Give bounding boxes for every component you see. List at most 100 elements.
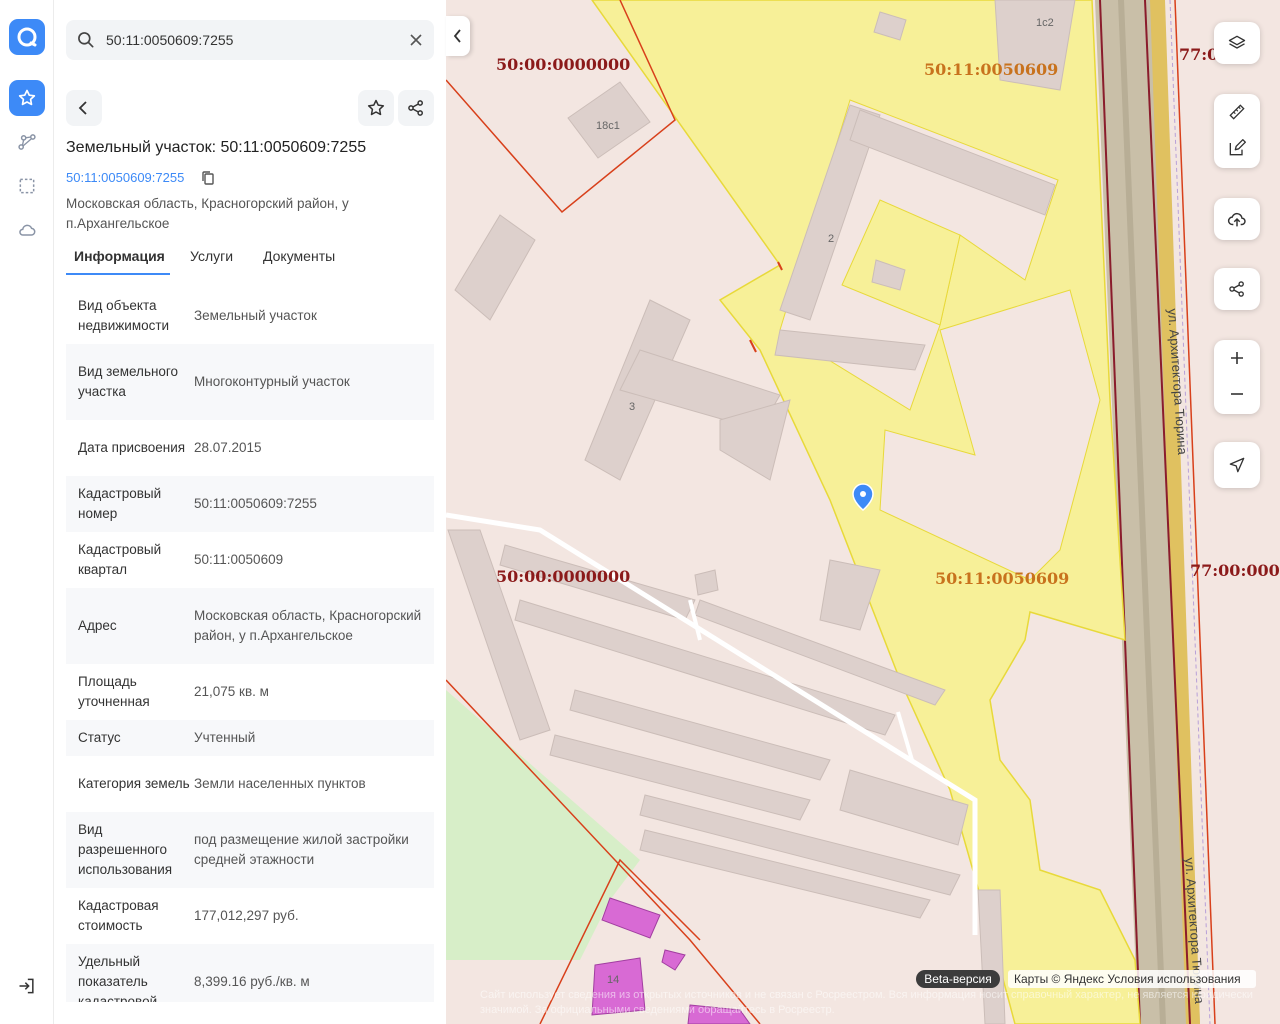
navigation-arrow-icon: [1229, 457, 1245, 473]
share-control: [1214, 268, 1260, 310]
table-row: Удельный показатель кадастровой 8,399.16 …: [66, 944, 434, 1002]
building-number: 18с1: [596, 120, 620, 132]
route-icon: [18, 134, 36, 150]
table-row: Статус Учтенный: [66, 720, 434, 756]
search-icon: [78, 32, 94, 48]
edit-button[interactable]: [1214, 130, 1260, 166]
row-key: Кадастровая стоимость: [78, 898, 159, 933]
active-tab-indicator: [66, 273, 170, 275]
row-value: 8,399.16 руб./кв. м: [194, 974, 310, 989]
left-rail: [0, 0, 54, 1024]
commercial-building: [661, 949, 686, 971]
cadastral-number-link[interactable]: 50:11:0050609:7255: [66, 170, 184, 185]
plus-icon: [1231, 352, 1243, 364]
row-key: Вид разрешенного использования: [78, 822, 173, 877]
building-number: 2: [828, 233, 835, 245]
map-region-label: 77:0: [1179, 45, 1219, 64]
row-key: Вид объекта недвижимости: [78, 298, 170, 333]
map-attribution[interactable]: Карты © Яндекс Условия использования: [1008, 970, 1256, 988]
app-root: Земельный участок: 50:11:0050609:7255 50…: [0, 0, 1280, 1024]
table-row: Вид объекта недвижимости Земельный участо…: [66, 288, 434, 344]
map-quarter-label: 50:00:0000000: [496, 567, 631, 586]
map-region-label: 77:00:000: [1190, 561, 1280, 580]
row-value: 50:11:0050609: [194, 552, 284, 567]
cloud-upload-icon: [1227, 212, 1246, 227]
row-value: 50:11:0050609:7255: [194, 496, 317, 511]
row-value: Многоконтурный участок: [194, 374, 350, 389]
logout-button[interactable]: [14, 973, 40, 999]
info-table: Вид объекта недвижимости Земельный участо…: [66, 288, 434, 1002]
upload-control: [1214, 198, 1260, 240]
favorites-button[interactable]: [9, 80, 45, 116]
search-input[interactable]: [106, 20, 396, 60]
tab-documents[interactable]: Документы: [263, 248, 335, 264]
share-icon: [408, 100, 423, 116]
row-value: 177,012,297 руб.: [194, 908, 299, 923]
row-key: Адрес: [78, 618, 117, 633]
locate-button[interactable]: [1214, 442, 1260, 488]
share-button[interactable]: [398, 90, 434, 126]
collapse-panel-button[interactable]: [446, 16, 470, 56]
row-key: Статус: [78, 730, 121, 745]
row-value: 28.07.2015: [194, 440, 262, 455]
map-quarter-label: 50:00:0000000: [496, 55, 631, 74]
table-row: Кадастровая стоимость 177,012,297 руб.: [66, 888, 434, 944]
map-quarter-label: 50:11:0050609: [924, 60, 1059, 79]
map-quarter-label: 50:11:0050609: [935, 569, 1070, 588]
cloud-icon: [19, 224, 36, 236]
logo-icon: [17, 27, 37, 47]
dashed-square-icon: [19, 178, 35, 194]
tab-information[interactable]: Информация: [74, 248, 165, 264]
row-value: под размещение жилой застройки средней э…: [194, 832, 409, 867]
info-panel: Земельный участок: 50:11:0050609:7255 50…: [54, 0, 446, 1024]
search-bar: [66, 20, 434, 60]
zoom-control: [1214, 340, 1260, 414]
row-key: Дата присвоения: [78, 440, 186, 455]
map-graphics: [446, 0, 1216, 1024]
route-tool-button[interactable]: [14, 129, 40, 155]
row-key: Площадь уточненная: [78, 674, 150, 709]
object-title: Земельный участок: 50:11:0050609:7255: [66, 139, 367, 156]
table-row: Кадастровый квартал 50:11:0050609: [66, 532, 434, 588]
cloud-button[interactable]: [14, 217, 40, 243]
row-key: Кадастровый номер: [78, 486, 162, 521]
beta-badge: Beta-версия: [916, 970, 1000, 988]
row-value: Московская область, Красногорский район,…: [194, 608, 422, 643]
layers-button[interactable]: [1214, 22, 1260, 64]
row-key: Категория земель: [78, 776, 190, 791]
layers-control: [1214, 22, 1260, 64]
star-icon: [18, 89, 36, 106]
building-number: 1с2: [1036, 17, 1054, 29]
row-key: Вид земельного участка: [78, 364, 179, 399]
star-outline-icon: [367, 99, 385, 116]
locate-control: [1214, 442, 1260, 488]
table-row: Категория земель Земли населенных пунктов: [66, 756, 434, 812]
zoom-out-button[interactable]: [1214, 376, 1260, 412]
table-row: Кадастровый номер 50:11:0050609:7255: [66, 476, 434, 532]
app-logo[interactable]: [9, 19, 45, 55]
commercial-building: [601, 897, 661, 939]
area-select-button[interactable]: [14, 173, 40, 199]
upload-button[interactable]: [1214, 198, 1260, 240]
row-value: Земли населенных пунктов: [194, 776, 366, 791]
row-value: 21,075 кв. м: [194, 684, 269, 699]
building-number: 14: [607, 974, 620, 986]
edit-icon: [1229, 139, 1246, 156]
row-value: Учтенный: [194, 730, 256, 745]
minus-icon: [1231, 393, 1243, 395]
tab-services[interactable]: Услуги: [190, 248, 233, 264]
map-canvas[interactable]: 50:00:0000000 50:00:0000000 50:11:005060…: [446, 0, 1280, 1024]
share-icon: [1229, 281, 1244, 297]
zoom-in-button[interactable]: [1214, 340, 1260, 376]
row-key: Удельный показатель кадастровой: [78, 954, 158, 1002]
object-address: Московская область, Красногорский район,…: [66, 196, 349, 231]
ruler-button[interactable]: [1214, 94, 1260, 130]
chevron-left-icon: [453, 29, 461, 43]
favorite-button[interactable]: [358, 90, 394, 126]
copy-icon[interactable]: [200, 170, 216, 186]
clear-search-icon[interactable]: [408, 32, 424, 48]
table-row: Адрес Московская область, Красногорский р…: [66, 588, 434, 664]
map-share-button[interactable]: [1214, 268, 1260, 310]
back-button[interactable]: [66, 90, 102, 126]
ruler-icon: [1229, 104, 1245, 120]
